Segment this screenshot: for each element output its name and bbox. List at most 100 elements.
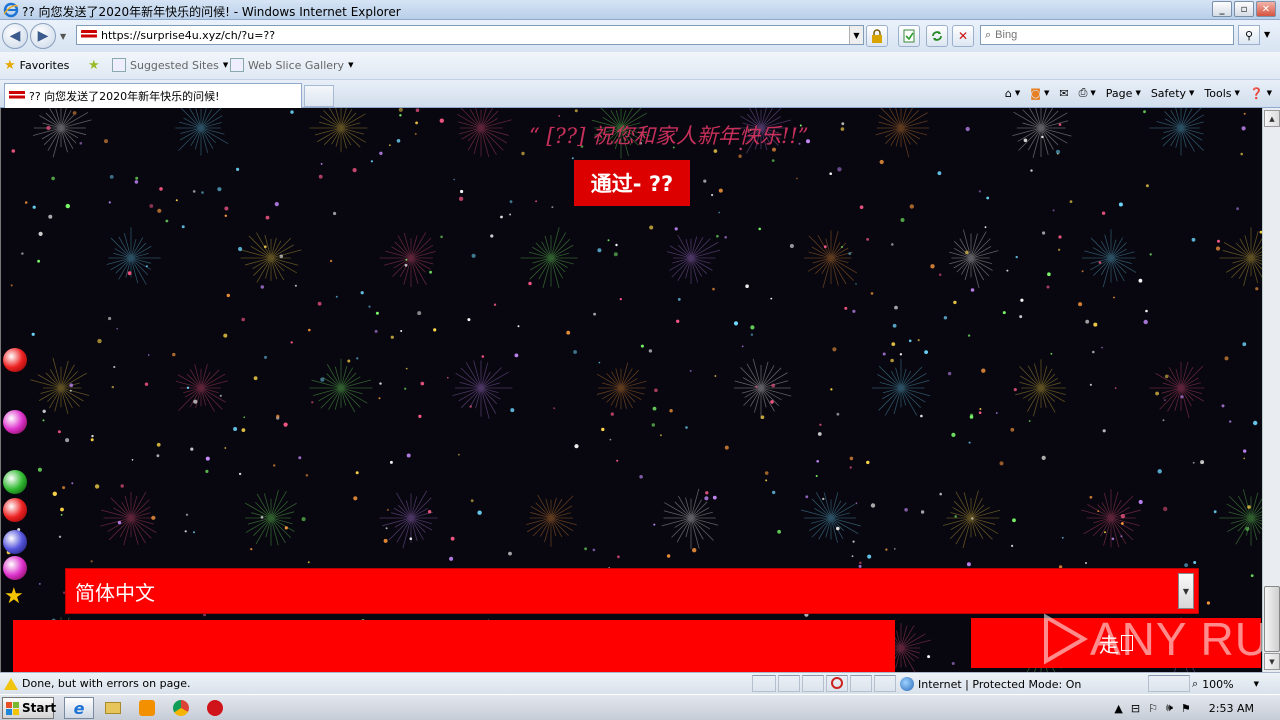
spark <box>837 167 842 172</box>
vertical-scrollbar[interactable]: ▲ ▼ <box>1262 108 1280 672</box>
start-button[interactable]: Start <box>2 697 56 719</box>
tools-menu[interactable]: Tools ▼ <box>1204 87 1240 100</box>
page-error-indicator[interactable]: Done, but with errors on page. <box>4 677 191 690</box>
page-viewport: “ [??] 祝您和家人新年快乐!!” 通过- ?? ★ 简体中文 ▼ 走 <box>0 108 1262 672</box>
spark <box>458 196 464 201</box>
spark <box>714 375 717 377</box>
new-tab-button[interactable] <box>304 85 334 107</box>
security-lock-button[interactable] <box>866 25 888 47</box>
popup-blocker-segment[interactable] <box>826 675 848 692</box>
spark <box>718 188 723 193</box>
spark <box>60 507 64 512</box>
lock-icon <box>872 29 882 43</box>
taskbar-media-player[interactable] <box>132 697 162 719</box>
spark <box>849 456 854 461</box>
print-button[interactable]: ⎙ ▼ <box>1079 86 1096 100</box>
show-hidden-icons-button[interactable]: ▲ <box>1114 702 1122 715</box>
scroll-down-button[interactable]: ▼ <box>1264 653 1280 670</box>
search-box[interactable]: ⌕ <box>980 25 1234 45</box>
compatibility-view-button[interactable] <box>898 25 920 47</box>
taskbar-opera[interactable] <box>200 697 230 719</box>
spark <box>1243 112 1246 115</box>
web-slice-gallery-link[interactable]: Web Slice Gallery ▼ <box>230 58 353 72</box>
spark <box>458 453 460 456</box>
spark <box>508 551 512 556</box>
address-dropdown-button[interactable]: ▼ <box>849 26 863 44</box>
search-button[interactable]: ⚲ <box>1238 25 1260 45</box>
spark <box>263 245 267 249</box>
spark <box>904 508 908 512</box>
address-url[interactable]: https://surprise4u.xyz/ch/?u=?? <box>101 29 275 42</box>
spark <box>1245 526 1250 531</box>
spark <box>134 180 139 184</box>
network-icon[interactable]: ⊟ <box>1131 702 1140 715</box>
spark <box>528 281 532 286</box>
spark <box>159 187 163 191</box>
taskbar-chrome[interactable] <box>166 697 196 719</box>
feeds-button[interactable]: ◙ ▼ <box>1030 87 1049 100</box>
spark <box>609 438 612 441</box>
taskbar-internet-explorer[interactable]: e <box>64 697 94 719</box>
spark <box>771 383 776 388</box>
select-dropdown-arrow-icon[interactable]: ▼ <box>1178 573 1194 609</box>
search-options-dropdown[interactable]: ▼ <box>1264 30 1270 39</box>
zoom-control[interactable]: ⌕ 100% ▼ <box>1192 677 1259 691</box>
spark <box>1041 135 1044 139</box>
safety-menu[interactable]: Safety ▼ <box>1151 87 1195 100</box>
spark <box>855 283 857 285</box>
tab-active[interactable]: ?? 向您发送了2020年新年快乐的问候! <box>4 83 302 108</box>
spark <box>1055 149 1061 154</box>
suggested-sites-link[interactable]: Suggested Sites ▼ <box>112 58 228 72</box>
spark <box>733 321 739 326</box>
search-input[interactable] <box>995 29 1216 41</box>
add-to-favorites-bar-button[interactable]: ★ <box>88 58 100 73</box>
flag-icon[interactable]: ⚐ <box>1148 702 1158 715</box>
forward-button[interactable]: ▶ <box>30 23 56 49</box>
spark <box>298 456 302 460</box>
spark <box>38 582 41 585</box>
spark <box>69 389 72 392</box>
name-input-field[interactable] <box>13 620 895 672</box>
favorites-star-icon: ★ <box>4 58 16 73</box>
spark <box>156 442 161 447</box>
page-menu[interactable]: Page ▼ <box>1106 87 1141 100</box>
maximize-button[interactable]: ▫ <box>1234 1 1254 17</box>
spark <box>840 127 845 131</box>
spark <box>1098 261 1102 264</box>
home-button[interactable]: ⌂ ▼ <box>1005 87 1020 100</box>
taskbar-explorer[interactable] <box>98 697 128 719</box>
taskbar-clock[interactable]: 2:53 AM <box>1209 702 1254 715</box>
recent-pages-dropdown[interactable]: ▼ <box>60 32 66 41</box>
spark <box>79 142 83 145</box>
anyrun-watermark: ANY RUN <box>1040 612 1280 666</box>
spark <box>1164 399 1166 401</box>
address-bar[interactable]: https://surprise4u.xyz/ch/?u=?? ▼ <box>76 25 864 45</box>
spark <box>517 325 520 328</box>
language-select[interactable]: 简体中文 ▼ <box>65 568 1199 614</box>
firework-burst <box>1149 108 1205 156</box>
sender-button[interactable]: 通过- ?? <box>574 160 690 206</box>
scroll-up-button[interactable]: ▲ <box>1264 110 1280 127</box>
stop-button[interactable]: ✕ <box>952 25 974 47</box>
back-button[interactable]: ◀ <box>2 23 28 49</box>
spark <box>832 347 837 352</box>
anyrun-play-logo-icon <box>1044 613 1088 665</box>
help-menu[interactable]: ❓ ▼ <box>1250 87 1272 100</box>
volume-icon[interactable]: 🕪 <box>1166 701 1173 715</box>
spark <box>738 154 742 158</box>
spark <box>965 250 969 255</box>
favorites-button[interactable]: ★ Favorites <box>4 58 69 73</box>
scrollbar-thumb[interactable] <box>1264 586 1280 652</box>
spark <box>205 456 210 461</box>
close-window-button[interactable]: ✕ <box>1256 1 1276 17</box>
action-center-icon[interactable]: ⚑ <box>1181 702 1191 715</box>
spark <box>156 454 160 458</box>
spark <box>848 252 852 256</box>
spark <box>42 409 46 413</box>
security-zone[interactable]: Internet | Protected Mode: On <box>900 677 1081 691</box>
protected-mode-segment[interactable] <box>1148 675 1190 692</box>
read-mail-button[interactable]: ✉ <box>1059 87 1068 100</box>
spark <box>104 139 108 144</box>
minimize-button[interactable]: _ <box>1212 1 1232 17</box>
refresh-button[interactable] <box>926 25 948 47</box>
